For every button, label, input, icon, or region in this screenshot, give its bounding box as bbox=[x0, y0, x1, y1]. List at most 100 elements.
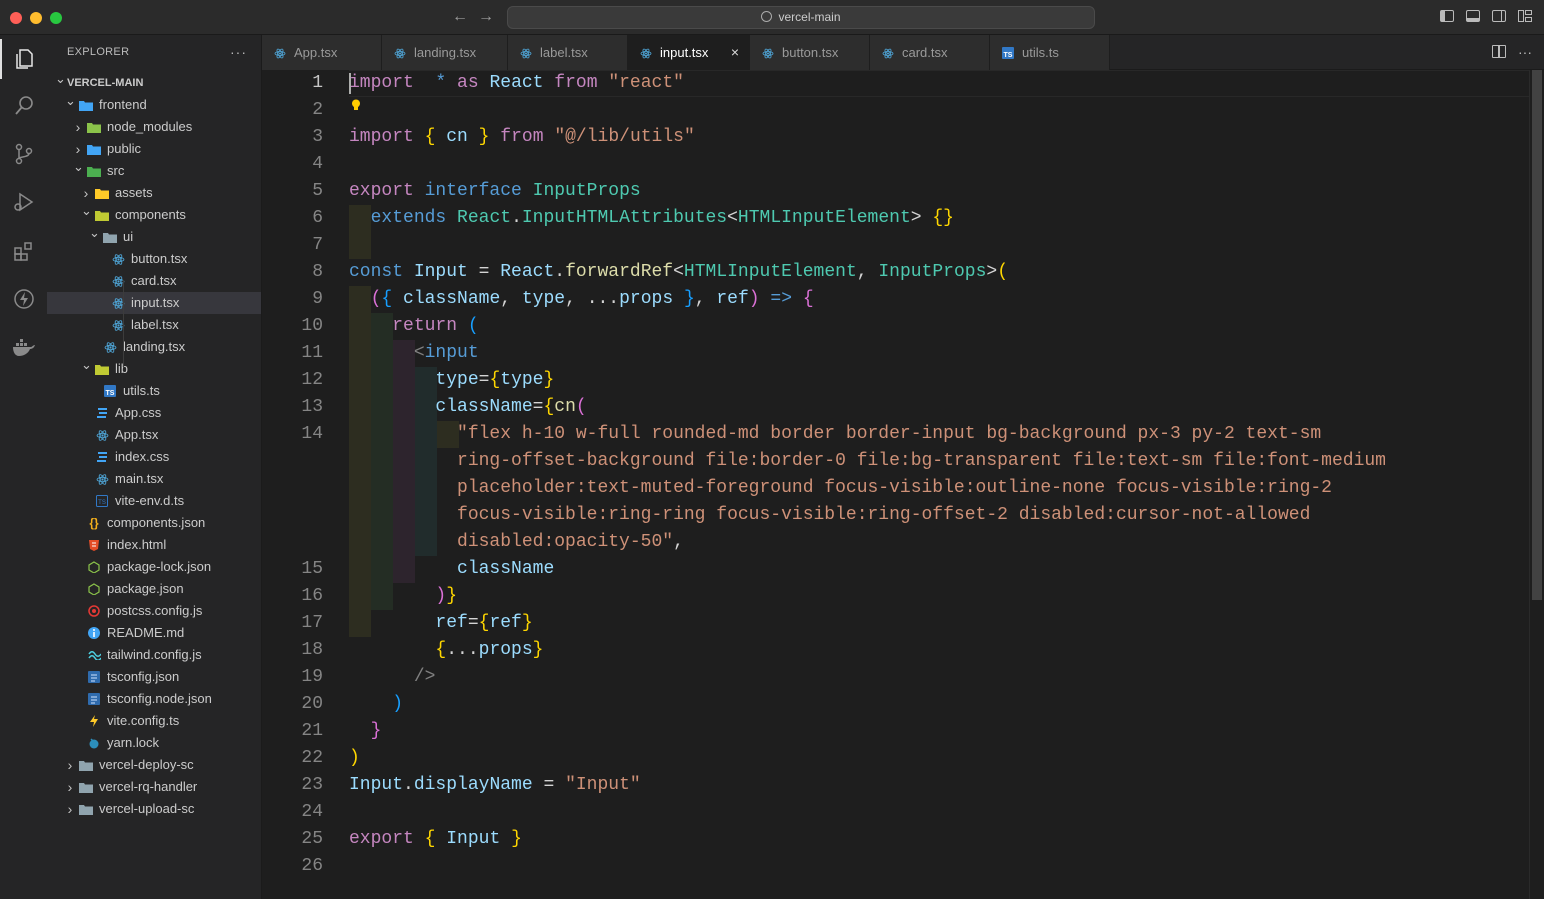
tab-App-tsx[interactable]: App.tsx bbox=[262, 35, 382, 70]
file-item[interactable]: package.json bbox=[47, 578, 261, 600]
file-item[interactable]: tsconfig.json bbox=[47, 666, 261, 688]
lightbulb-icon[interactable] bbox=[351, 97, 361, 110]
code-line[interactable]: } bbox=[349, 718, 382, 745]
file-item[interactable]: button.tsx bbox=[47, 248, 261, 270]
folder-item[interactable]: › vercel-deploy-sc bbox=[47, 754, 261, 776]
folder-item[interactable]: ⌄ ui bbox=[47, 225, 261, 248]
customize-layout-icon[interactable] bbox=[1518, 10, 1532, 22]
file-item[interactable]: vite.config.ts bbox=[47, 710, 261, 732]
chevron-down-icon[interactable]: ⌄ bbox=[81, 200, 92, 222]
run-debug-icon[interactable] bbox=[0, 182, 47, 222]
forward-arrow-icon[interactable]: → bbox=[478, 8, 494, 26]
split-editor-icon[interactable] bbox=[1492, 45, 1506, 58]
tab-utils-ts[interactable]: TS utils.ts bbox=[990, 35, 1110, 70]
file-item[interactable]: yarn.lock bbox=[47, 732, 261, 754]
code-line[interactable]: import * as React from "react" bbox=[349, 70, 684, 97]
chevron-down-icon[interactable]: ⌄ bbox=[73, 156, 84, 178]
chevron-right-icon[interactable]: › bbox=[65, 776, 75, 798]
chevron-right-icon[interactable]: › bbox=[73, 116, 83, 138]
more-actions-icon[interactable]: ··· bbox=[230, 35, 247, 70]
close-window-button[interactable] bbox=[10, 12, 22, 24]
tab-button-tsx[interactable]: button.tsx bbox=[750, 35, 870, 70]
folder-item[interactable]: ⌄ lib bbox=[47, 357, 261, 380]
code-line[interactable]: type={type} bbox=[349, 367, 554, 394]
tab-input-tsx[interactable]: input.tsx × bbox=[628, 35, 750, 70]
file-item[interactable]: landing.tsx bbox=[47, 336, 261, 358]
code-line[interactable]: {...props} bbox=[349, 637, 543, 664]
file-item[interactable]: input.tsx bbox=[47, 292, 261, 314]
folder-item[interactable]: ⌄ frontend bbox=[47, 93, 261, 116]
code-line[interactable]: className bbox=[349, 556, 554, 583]
chevron-down-icon[interactable]: ⌄ bbox=[89, 222, 100, 244]
folder-item[interactable]: › vercel-upload-sc bbox=[47, 798, 261, 820]
code-line[interactable]: disabled:opacity-50", bbox=[349, 529, 684, 556]
minimize-window-button[interactable] bbox=[30, 12, 42, 24]
chevron-right-icon[interactable]: › bbox=[65, 754, 75, 776]
folder-item[interactable]: ⌄ src bbox=[47, 159, 261, 182]
code-line[interactable]: ({ className, type, ...props }, ref) => … bbox=[349, 286, 814, 313]
command-center-search[interactable]: vercel-main bbox=[507, 6, 1095, 29]
chevron-right-icon[interactable]: › bbox=[65, 798, 75, 820]
code-editor[interactable]: 1 import * as React from "react" 2 3 import … bbox=[262, 70, 1544, 899]
folder-item[interactable]: › assets bbox=[47, 182, 261, 204]
file-item[interactable]: {} components.json bbox=[47, 512, 261, 534]
file-item[interactable]: index.html bbox=[47, 534, 261, 556]
toggle-panel-icon[interactable] bbox=[1466, 10, 1480, 22]
tab-landing-tsx[interactable]: landing.tsx bbox=[382, 35, 508, 70]
file-item[interactable]: index.css bbox=[47, 446, 261, 468]
remote-lightning-icon[interactable] bbox=[0, 279, 47, 319]
code-line[interactable]: import { cn } from "@/lib/utils" bbox=[349, 124, 695, 151]
code-line[interactable]: const Input = React.forwardRef<HTMLInput… bbox=[349, 259, 1008, 286]
file-item[interactable]: label.tsx bbox=[47, 314, 261, 336]
file-item[interactable]: App.css bbox=[47, 402, 261, 424]
folder-item[interactable]: ⌄ components bbox=[47, 203, 261, 226]
file-item[interactable]: package-lock.json bbox=[47, 556, 261, 578]
explorer-icon[interactable] bbox=[0, 39, 47, 79]
code-line[interactable]: ref={ref} bbox=[349, 610, 532, 637]
code-line[interactable]: ring-offset-background file:border-0 fil… bbox=[349, 448, 1386, 475]
file-item[interactable]: README.md bbox=[47, 622, 261, 644]
tab-label-tsx[interactable]: label.tsx bbox=[508, 35, 628, 70]
chevron-down-icon[interactable]: ⌄ bbox=[55, 68, 66, 90]
code-line[interactable]: export interface InputProps bbox=[349, 178, 641, 205]
file-item[interactable]: App.tsx bbox=[47, 424, 261, 446]
file-item[interactable]: postcss.config.js bbox=[47, 600, 261, 622]
editor-scrollbar[interactable] bbox=[1529, 70, 1544, 899]
code-line[interactable]: "flex h-10 w-full rounded-md border bord… bbox=[349, 421, 1321, 448]
code-line[interactable]: export { Input } bbox=[349, 826, 522, 853]
code-line[interactable]: ) bbox=[349, 745, 360, 772]
toggle-secondary-sidebar-icon[interactable] bbox=[1492, 10, 1506, 22]
extensions-icon[interactable] bbox=[0, 231, 47, 271]
source-control-icon[interactable] bbox=[0, 134, 47, 174]
editor-more-icon[interactable]: ··· bbox=[1518, 44, 1532, 60]
file-item[interactable]: tailwind.config.js bbox=[47, 644, 261, 666]
back-arrow-icon[interactable]: ← bbox=[452, 8, 468, 26]
chevron-down-icon[interactable]: ⌄ bbox=[65, 90, 76, 112]
code-line[interactable]: className={cn( bbox=[349, 394, 586, 421]
scrollbar-thumb[interactable] bbox=[1532, 70, 1542, 600]
code-line[interactable]: placeholder:text-muted-foreground focus-… bbox=[349, 475, 1332, 502]
folder-item[interactable]: › node_modules bbox=[47, 116, 261, 138]
toggle-primary-sidebar-icon[interactable] bbox=[1440, 10, 1454, 22]
code-line[interactable]: /> bbox=[349, 664, 436, 691]
code-line[interactable]: focus-visible:ring-ring focus-visible:ri… bbox=[349, 502, 1310, 529]
file-item[interactable]: TS utils.ts bbox=[47, 380, 261, 402]
file-item[interactable]: card.tsx bbox=[47, 270, 261, 292]
close-tab-icon[interactable]: × bbox=[731, 35, 739, 70]
file-item[interactable]: tsconfig.node.json bbox=[47, 688, 261, 710]
code-line[interactable]: ) bbox=[349, 691, 403, 718]
code-line[interactable]: <input bbox=[349, 340, 479, 367]
docker-icon[interactable] bbox=[0, 327, 47, 367]
chevron-down-icon[interactable]: ⌄ bbox=[81, 354, 92, 376]
file-item[interactable]: TS vite-env.d.ts bbox=[47, 490, 261, 512]
search-icon[interactable] bbox=[0, 86, 47, 126]
code-line[interactable]: Input.displayName = "Input" bbox=[349, 772, 641, 799]
folder-item[interactable]: › vercel-rq-handler bbox=[47, 776, 261, 798]
maximize-window-button[interactable] bbox=[50, 12, 62, 24]
code-line[interactable]: )} bbox=[349, 583, 457, 610]
code-line[interactable]: extends React.InputHTMLAttributes<HTMLIn… bbox=[349, 205, 954, 232]
code-line[interactable]: return ( bbox=[349, 313, 478, 340]
tab-card-tsx[interactable]: card.tsx bbox=[870, 35, 990, 70]
folder-item[interactable]: ⌄ VERCEL-MAIN bbox=[47, 71, 261, 94]
file-item[interactable]: main.tsx bbox=[47, 468, 261, 490]
